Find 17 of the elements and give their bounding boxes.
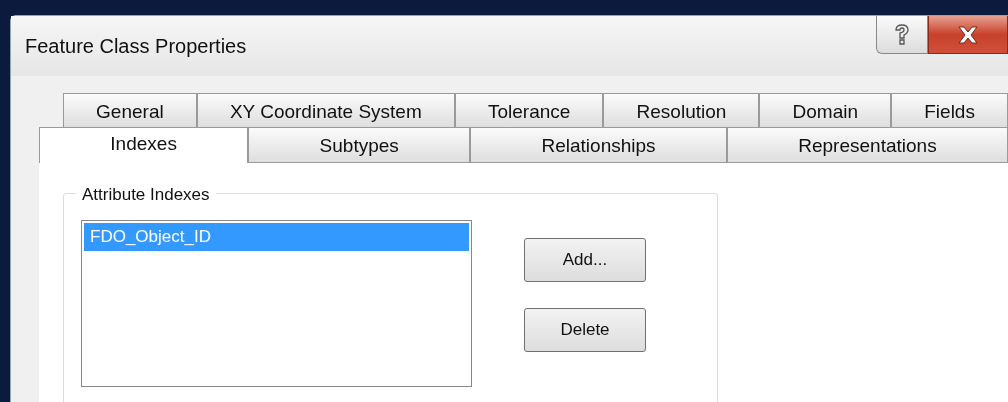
window-title: Feature Class Properties [25,34,247,59]
tab[interactable]: Domain [759,93,892,127]
help-button[interactable] [876,16,928,54]
tab[interactable]: Indexes [39,127,249,163]
tab[interactable]: General [63,93,197,127]
tab[interactable]: XY Coordinate System [196,93,455,127]
tab[interactable]: Resolution [603,93,760,127]
dialog-button[interactable]: Add... [524,238,646,282]
tab[interactable]: Subtypes [248,127,471,162]
close-button[interactable] [928,16,1008,54]
close-icon [957,24,979,45]
tab[interactable]: Relationships [470,127,727,162]
tab[interactable]: Fields [891,93,1008,127]
tab[interactable]: Representations [726,127,1008,162]
tab[interactable]: Tolerance [454,93,604,127]
help-icon [893,22,911,47]
dialog-button[interactable]: Delete [524,308,646,352]
